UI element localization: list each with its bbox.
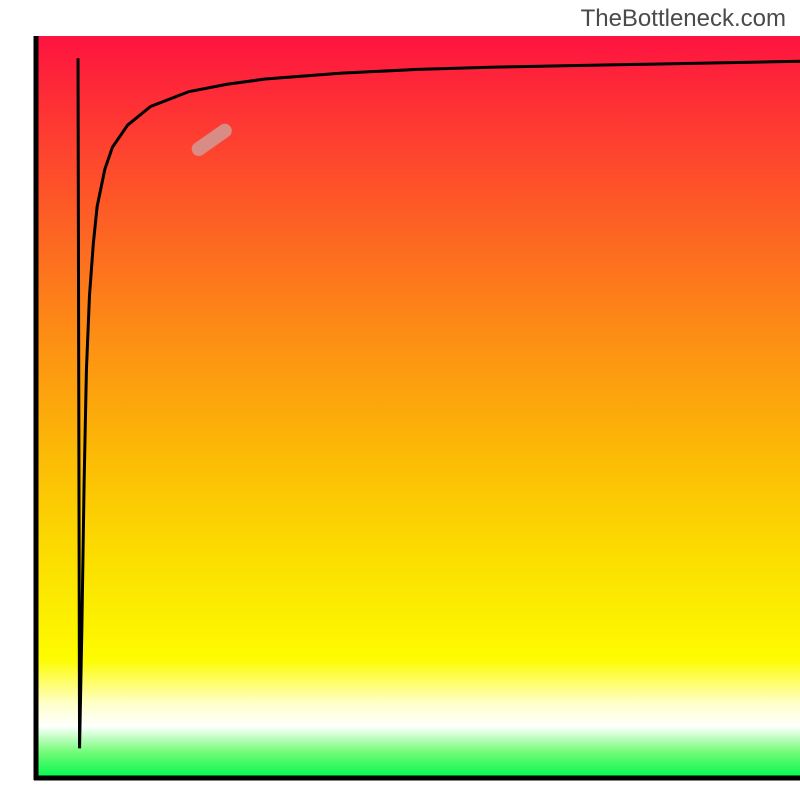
plot-background <box>36 36 800 778</box>
bottleneck-chart <box>0 0 800 800</box>
watermark-text: TheBottleneck.com <box>581 5 786 33</box>
